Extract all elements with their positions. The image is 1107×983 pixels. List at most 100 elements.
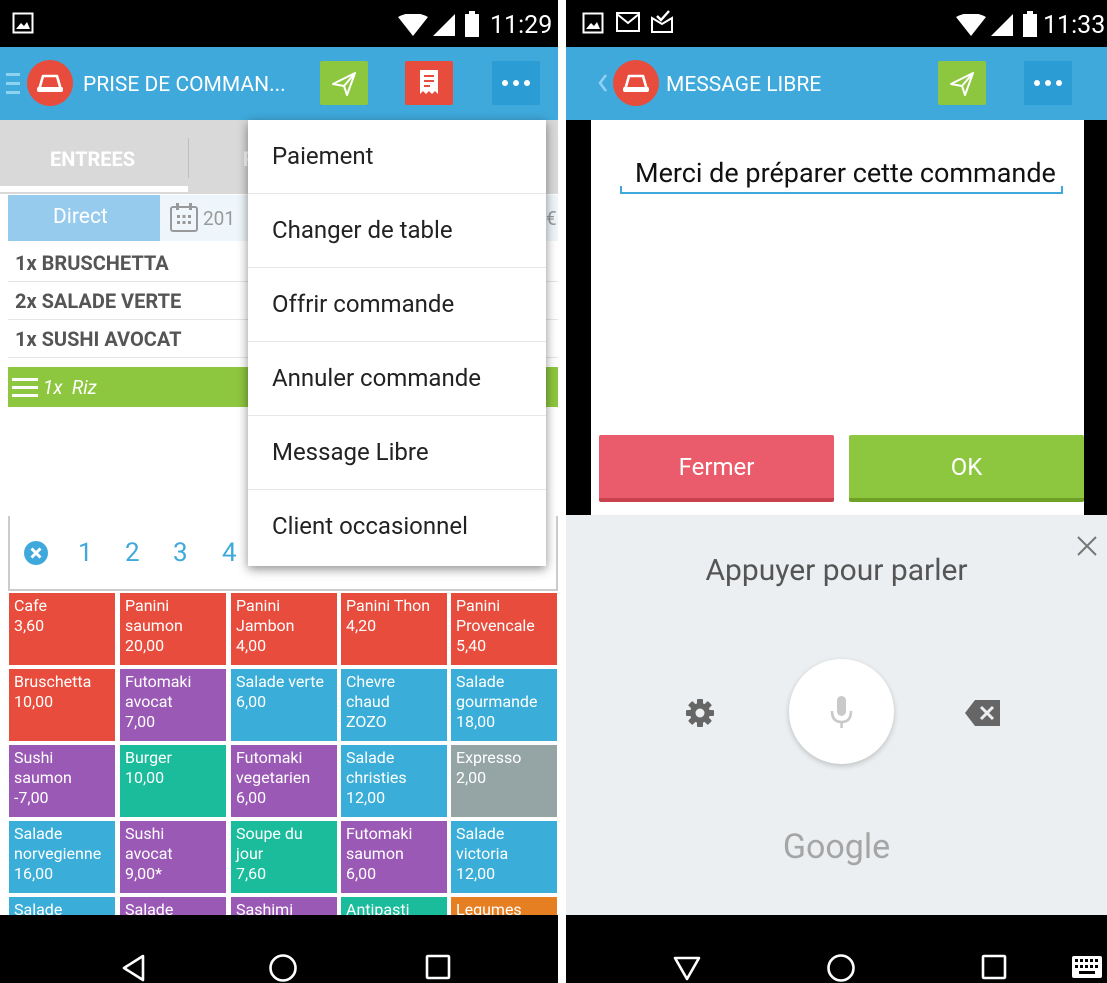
product-tile[interactable]: Sushi avocat 9,00* [120, 821, 226, 893]
product-tile-text: saumon [14, 768, 72, 787]
product-tile-text: Legumes [456, 900, 522, 915]
product-tile-text: 12,00 [456, 864, 496, 883]
product-tile[interactable]: Salade victoria 12,00 [451, 821, 557, 893]
menu-item-label: Client occasionnel [272, 512, 468, 540]
product-tile[interactable]: Futomaki saumon 6,00 [341, 821, 447, 893]
product-tile-text: Burger [125, 748, 172, 767]
settings-icon[interactable] [684, 697, 716, 733]
menu-item-changer-table[interactable]: Changer de table [248, 194, 546, 268]
product-tile-text: jour [236, 844, 264, 863]
send-button[interactable] [938, 61, 986, 105]
product-tile[interactable]: Bruschetta 10,00 [9, 669, 115, 741]
product-tile-text: 7,00 [125, 712, 156, 731]
product-tile-text: saumon [125, 616, 183, 635]
product-tile-text: vegetarien [236, 768, 311, 787]
product-tile-text: saumon [346, 844, 404, 863]
product-tile-text: Expresso [456, 748, 522, 767]
product-tile[interactable]: Sashimi [231, 897, 337, 915]
product-tile[interactable]: Antipasti [341, 897, 447, 915]
product-tile[interactable]: Cafe 3,60 [9, 593, 115, 665]
product-tile-text: 3,60 [14, 616, 45, 635]
menu-item-client-occasionnel[interactable]: Client occasionnel [248, 490, 546, 564]
message-dialog: Merci de préparer cette commande Fermer … [591, 120, 1084, 515]
product-tile-text: Panini [456, 596, 501, 615]
product-tile-text: Panini [236, 596, 281, 615]
product-tile-text: Salade [14, 824, 63, 843]
product-tile-text: Soupe du [236, 824, 303, 843]
product-tile[interactable]: Salade verte 6,00 [231, 669, 337, 741]
right-screen: 11:33 MESSAGE LIBRE Merci de préparer ce… [566, 0, 1107, 983]
product-tile[interactable]: Legumes [451, 897, 557, 915]
product-tile-text: 4,20 [346, 616, 377, 635]
product-tile-text: Chevre [346, 672, 396, 691]
product-tile[interactable]: Panini Thon 4,20 [341, 593, 447, 665]
more-options-button[interactable] [1024, 61, 1072, 105]
product-tile-text: 10,00 [14, 692, 54, 711]
product-tile-text: gourmande [456, 692, 538, 711]
product-tile-text: 2,00 [456, 768, 487, 787]
google-logo: Google [782, 827, 891, 867]
product-tile-text: Sushi [125, 824, 165, 843]
menu-item-message-libre[interactable]: Message Libre [248, 416, 546, 490]
product-tile-text: norvegienne [14, 844, 102, 863]
message-input-underline [620, 192, 1063, 194]
voice-prompt: Appuyer pour parler [705, 553, 968, 588]
product-tile[interactable]: Salade gourmande 18,00 [451, 669, 557, 741]
product-tile[interactable]: Sushi saumon -7,00 [9, 745, 115, 817]
product-tile[interactable]: Chevre chaud ZOZO [341, 669, 447, 741]
image-notification-icon [582, 12, 604, 38]
battery-icon [1023, 11, 1037, 41]
product-tile-text: 5,40 [456, 636, 487, 655]
menu-item-label: Paiement [272, 142, 374, 170]
close-button[interactable]: Fermer [599, 435, 834, 502]
product-tile-text: ZOZO [346, 712, 387, 731]
ok-button[interactable]: OK [849, 435, 1084, 502]
product-tile-text: Salade [125, 900, 174, 915]
product-tile[interactable]: Salade [120, 897, 226, 915]
product-tile[interactable]: Panini Jambon 4,00 [231, 593, 337, 665]
menu-item-label: Message Libre [272, 438, 429, 466]
product-tile[interactable]: Panini saumon 20,00 [120, 593, 226, 665]
voice-input-panel: Appuyer pour parler Google [566, 515, 1107, 915]
product-tile[interactable]: Futomaki avocat 7,00 [120, 669, 226, 741]
product-tile-text: christies [346, 768, 407, 787]
product-tile[interactable]: Soupe du jour 7,60 [231, 821, 337, 893]
product-tile[interactable]: Burger 10,00 [120, 745, 226, 817]
up-arrow-icon[interactable] [598, 73, 608, 97]
backspace-icon[interactable] [963, 697, 1003, 733]
navigation-bar [0, 915, 558, 983]
menu-item-offrir-commande[interactable]: Offrir commande [248, 268, 546, 342]
product-tile-text: 7,60 [236, 864, 267, 883]
product-tile-text: avocat [125, 692, 173, 711]
product-tile-text: 9,00* [125, 864, 163, 883]
product-tile-text: Panini Thon [346, 596, 431, 615]
product-tile[interactable]: Panini Provencale 5,40 [451, 593, 557, 665]
product-tile-text: Provencale [456, 616, 535, 635]
product-tile[interactable]: Salade christies 12,00 [341, 745, 447, 817]
product-tile-text: Jambon [236, 616, 295, 635]
status-time: 11:33 [1043, 11, 1106, 40]
microphone-icon [830, 696, 853, 728]
menu-item-annuler-commande[interactable]: Annuler commande [248, 342, 546, 416]
screenshot-divider [558, 0, 566, 983]
message-input[interactable]: Merci de préparer cette commande [635, 157, 1065, 189]
product-tile[interactable]: Salade norvegienne 16,00 [9, 821, 115, 893]
product-tile[interactable]: Futomaki vegetarien 6,00 [231, 745, 337, 817]
product-tile-text: Futomaki [346, 824, 413, 843]
status-bar: 11:33 [566, 0, 1107, 47]
microphone-button[interactable] [789, 659, 894, 764]
product-tile-text: 6,00 [236, 788, 267, 807]
app-logo-icon[interactable] [613, 60, 659, 106]
product-tile-text: 18,00 [456, 712, 496, 731]
menu-item-paiement[interactable]: Paiement [248, 120, 546, 194]
navigation-bar [566, 915, 1107, 983]
product-tile-text: Sashimi [236, 900, 294, 915]
product-tile[interactable]: Salade [9, 897, 115, 915]
overflow-menu: Paiement Changer de table Offrir command… [248, 120, 546, 566]
product-tile-text: Futomaki [125, 672, 192, 691]
mail-done-icon [650, 10, 674, 38]
product-tile-text: Bruschetta [14, 672, 92, 691]
product-tile[interactable]: Expresso 2,00 [451, 745, 557, 817]
product-tile-text: Salade [456, 824, 505, 843]
product-tile-text: 20,00 [125, 636, 165, 655]
